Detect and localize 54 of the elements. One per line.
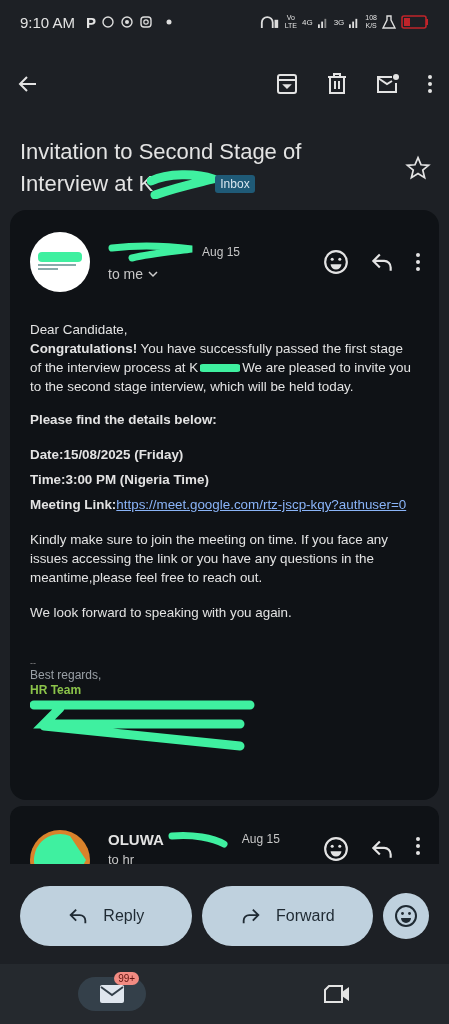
body-text: of the interview process at K <box>30 359 199 377</box>
unread-badge: 99+ <box>114 972 140 985</box>
signature-team: HR Team <box>30 683 83 698</box>
video-camera-icon <box>322 984 351 1004</box>
signature-dash: -- <box>30 658 37 668</box>
recipient-toggle[interactable]: to me <box>108 266 241 282</box>
envelope-icon <box>99 984 126 1004</box>
detail-value: 3:00 PM (Nigeria Time) <box>65 472 209 487</box>
recipient-text: to hr <box>108 852 135 864</box>
message-date: Aug 15 <box>202 245 241 259</box>
network-label: 3G <box>333 17 345 27</box>
star-icon <box>405 155 431 181</box>
body-text: We are pleased to invite you <box>242 359 411 377</box>
dot-icon <box>166 19 173 25</box>
detail-label: Date: <box>30 447 64 462</box>
redaction-mark <box>167 830 228 848</box>
headphones-icon <box>259 14 280 30</box>
smiley-icon <box>323 836 349 862</box>
battery-icon <box>401 15 429 29</box>
inbox-label: Inbox <box>215 175 255 193</box>
body-text: We look forward to speaking with you again. <box>30 604 293 622</box>
notification-icon <box>120 15 135 29</box>
archive-icon <box>275 72 299 96</box>
details-heading: Please find the details below: <box>30 411 218 429</box>
emoji-button[interactable] <box>383 893 429 939</box>
more-icon <box>427 74 433 94</box>
detail-value: 15/08/2025 (Friday) <box>63 447 184 462</box>
meeting-link[interactable]: https://meet.google.com/rtz-jscp-kqy?authuser=0 <box>116 497 407 512</box>
body-text: to the second stage interview, which will be held today. <box>30 379 354 394</box>
forward-button[interactable]: Forward <box>201 886 374 946</box>
more-icon <box>415 836 421 856</box>
signature-closing: Best regards, <box>30 668 103 683</box>
reply-button[interactable]: Reply <box>20 886 192 946</box>
sender-name: OLUWA <box>108 830 164 848</box>
more-icon <box>415 252 421 272</box>
message-date: Aug 15 <box>241 832 280 846</box>
smiley-icon <box>323 249 349 275</box>
trash-icon <box>325 72 349 96</box>
flask-icon <box>382 15 396 29</box>
chevron-down-icon <box>147 268 159 280</box>
body-text: Kindly make sure to join the meeting on time. If you face any issues accessing the link or you have any questions in the meantime,please feel free to reach out. <box>30 531 390 587</box>
notification-letter: P <box>86 13 97 31</box>
signal-icon <box>317 16 329 28</box>
email-subject: Invitation to Second Stage of <box>20 138 303 166</box>
camera-icon <box>139 15 154 29</box>
status-time: 9:10 AM <box>20 13 76 31</box>
envelope-dot-icon <box>375 72 401 96</box>
detail-label: Time: <box>30 472 66 487</box>
sender-avatar <box>30 232 90 292</box>
body-text: Congratulations! You have successfully passed the first stage <box>30 341 403 356</box>
smiley-icon <box>394 904 419 928</box>
greeting: Dear Candidate, <box>30 321 129 339</box>
network-label: 4G <box>301 17 313 27</box>
detail-label: Meeting Link: <box>30 497 117 512</box>
